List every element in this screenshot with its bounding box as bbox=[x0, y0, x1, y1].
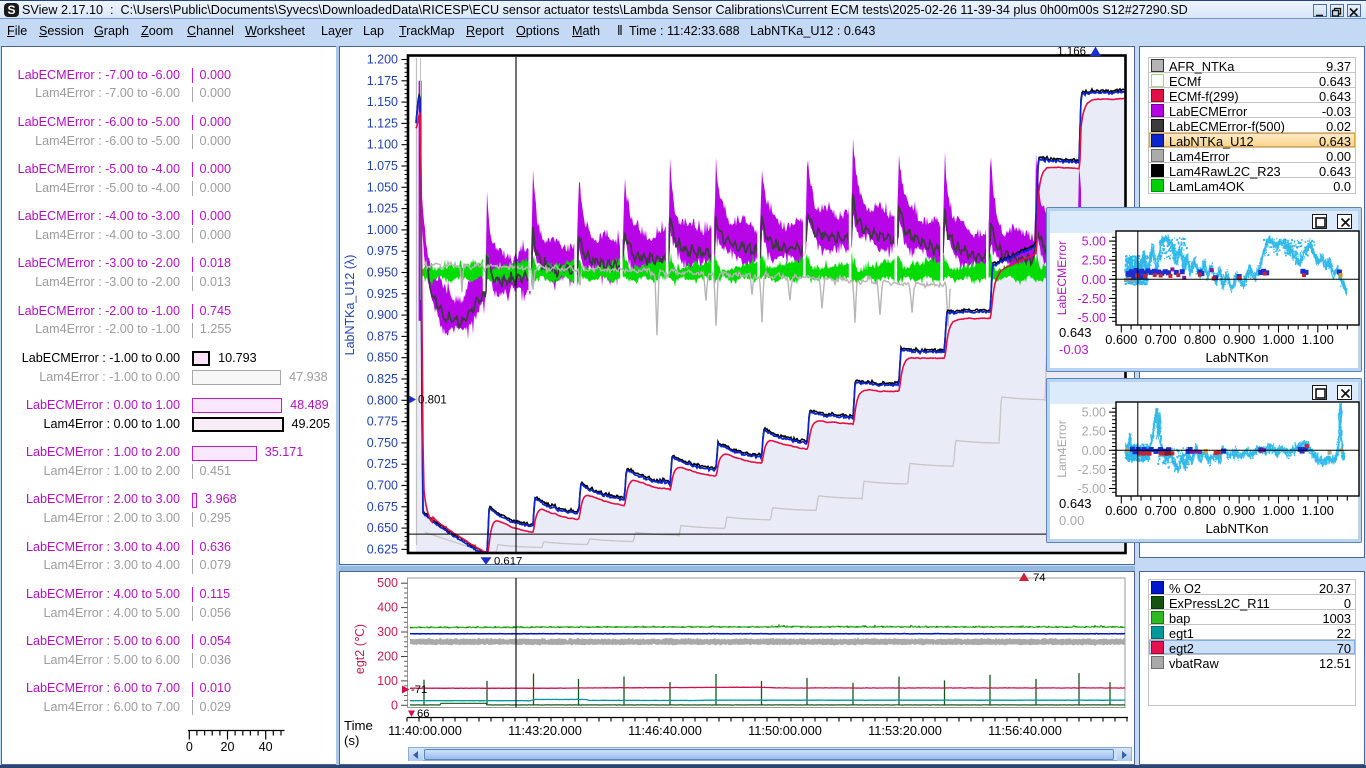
svg-text:400: 400 bbox=[377, 601, 398, 615]
svg-text:1.100: 1.100 bbox=[367, 138, 398, 152]
svg-text:1.150: 1.150 bbox=[367, 95, 398, 109]
svg-text:-2.50: -2.50 bbox=[1078, 463, 1107, 477]
svg-text:-5.00: -5.00 bbox=[1078, 482, 1107, 496]
svg-text:1.200: 1.200 bbox=[367, 53, 398, 67]
svg-text:LabNTKon: LabNTKon bbox=[1205, 350, 1268, 365]
svg-text:1.000: 1.000 bbox=[1262, 332, 1294, 347]
svg-text:1.050: 1.050 bbox=[367, 180, 398, 194]
svg-text:0.700: 0.700 bbox=[367, 479, 398, 493]
svg-text:0.950: 0.950 bbox=[367, 266, 398, 280]
svg-text:0.600: 0.600 bbox=[1105, 503, 1137, 518]
svg-text:11:56:40.000: 11:56:40.000 bbox=[988, 723, 1062, 738]
svg-text:74: 74 bbox=[1033, 572, 1046, 584]
svg-text:0: 0 bbox=[391, 698, 398, 712]
svg-text:1.000: 1.000 bbox=[367, 223, 398, 237]
svg-text:0: 0 bbox=[186, 740, 193, 754]
svg-text:0.00: 0.00 bbox=[1059, 513, 1084, 528]
svg-text:-71: -71 bbox=[411, 684, 427, 696]
svg-text:-5.00: -5.00 bbox=[1078, 311, 1107, 325]
svg-text:0.900: 0.900 bbox=[1223, 503, 1255, 518]
svg-text:1.000: 1.000 bbox=[1262, 503, 1294, 518]
svg-text:40: 40 bbox=[259, 740, 273, 754]
svg-text:1.175: 1.175 bbox=[367, 74, 398, 88]
svg-text:Lam4Error: Lam4Error bbox=[1055, 420, 1069, 478]
svg-text:0.00: 0.00 bbox=[1082, 273, 1106, 287]
svg-text:egt2 (℃): egt2 (℃) bbox=[353, 624, 367, 674]
svg-text:Time: Time bbox=[344, 718, 373, 733]
svg-text:500: 500 bbox=[377, 576, 398, 590]
svg-text:1.100: 1.100 bbox=[1302, 503, 1334, 518]
svg-text:LabECMError: LabECMError bbox=[1055, 241, 1069, 316]
svg-text:1.075: 1.075 bbox=[367, 159, 398, 173]
svg-text:300: 300 bbox=[377, 625, 398, 639]
svg-text:1.100: 1.100 bbox=[1302, 332, 1334, 347]
svg-text:11:43:20.000: 11:43:20.000 bbox=[508, 723, 582, 738]
svg-text:0.643: 0.643 bbox=[1059, 496, 1092, 511]
svg-text:100: 100 bbox=[377, 674, 398, 688]
svg-text:0.925: 0.925 bbox=[367, 287, 398, 301]
svg-text:200: 200 bbox=[377, 650, 398, 664]
svg-text:(s): (s) bbox=[344, 733, 359, 748]
svg-text:2.50: 2.50 bbox=[1082, 254, 1106, 268]
svg-text:5.00: 5.00 bbox=[1082, 406, 1106, 420]
svg-text:0.700: 0.700 bbox=[1145, 332, 1177, 347]
svg-text:0.750: 0.750 bbox=[367, 436, 398, 450]
svg-text:5.00: 5.00 bbox=[1082, 235, 1106, 249]
svg-text:2.50: 2.50 bbox=[1082, 425, 1106, 439]
svg-text:0.775: 0.775 bbox=[367, 415, 398, 429]
svg-text:1.025: 1.025 bbox=[367, 202, 398, 216]
svg-text:0.801: 0.801 bbox=[418, 395, 447, 407]
svg-text:0.900: 0.900 bbox=[1223, 332, 1255, 347]
svg-text:0.800: 0.800 bbox=[367, 393, 398, 407]
svg-text:0.00: 0.00 bbox=[1082, 444, 1106, 458]
svg-text:0.625: 0.625 bbox=[367, 542, 398, 556]
svg-text:-2.50: -2.50 bbox=[1078, 292, 1107, 306]
svg-text:0.875: 0.875 bbox=[367, 329, 398, 343]
svg-text:1.125: 1.125 bbox=[367, 116, 398, 130]
svg-text:0.700: 0.700 bbox=[1145, 503, 1177, 518]
svg-text:1.166: 1.166 bbox=[1057, 47, 1086, 58]
svg-text:11:40:00.000: 11:40:00.000 bbox=[388, 723, 462, 738]
svg-text:LabNTKa_U12 (λ): LabNTKa_U12 (λ) bbox=[343, 255, 357, 356]
svg-text:0.800: 0.800 bbox=[1184, 332, 1216, 347]
svg-text:20: 20 bbox=[221, 740, 235, 754]
svg-text:0.825: 0.825 bbox=[367, 372, 398, 386]
svg-text:0.725: 0.725 bbox=[367, 457, 398, 471]
svg-text:0.650: 0.650 bbox=[367, 521, 398, 535]
svg-text:11:53:20.000: 11:53:20.000 bbox=[868, 723, 942, 738]
svg-text:0.617: 0.617 bbox=[494, 556, 522, 567]
svg-text:-0.03: -0.03 bbox=[1059, 342, 1089, 357]
svg-text:0.675: 0.675 bbox=[367, 500, 398, 514]
svg-text:0.800: 0.800 bbox=[1184, 503, 1216, 518]
svg-text:11:50:00.000: 11:50:00.000 bbox=[748, 723, 822, 738]
svg-text:0.975: 0.975 bbox=[367, 244, 398, 258]
svg-text:0.900: 0.900 bbox=[367, 308, 398, 322]
svg-text:0.850: 0.850 bbox=[367, 351, 398, 365]
svg-text:66: 66 bbox=[417, 708, 430, 720]
svg-text:11:46:40.000: 11:46:40.000 bbox=[628, 723, 702, 738]
svg-text:0.643: 0.643 bbox=[1059, 325, 1092, 340]
svg-text:0.600: 0.600 bbox=[1105, 332, 1137, 347]
svg-text:LabNTKon: LabNTKon bbox=[1205, 521, 1268, 536]
